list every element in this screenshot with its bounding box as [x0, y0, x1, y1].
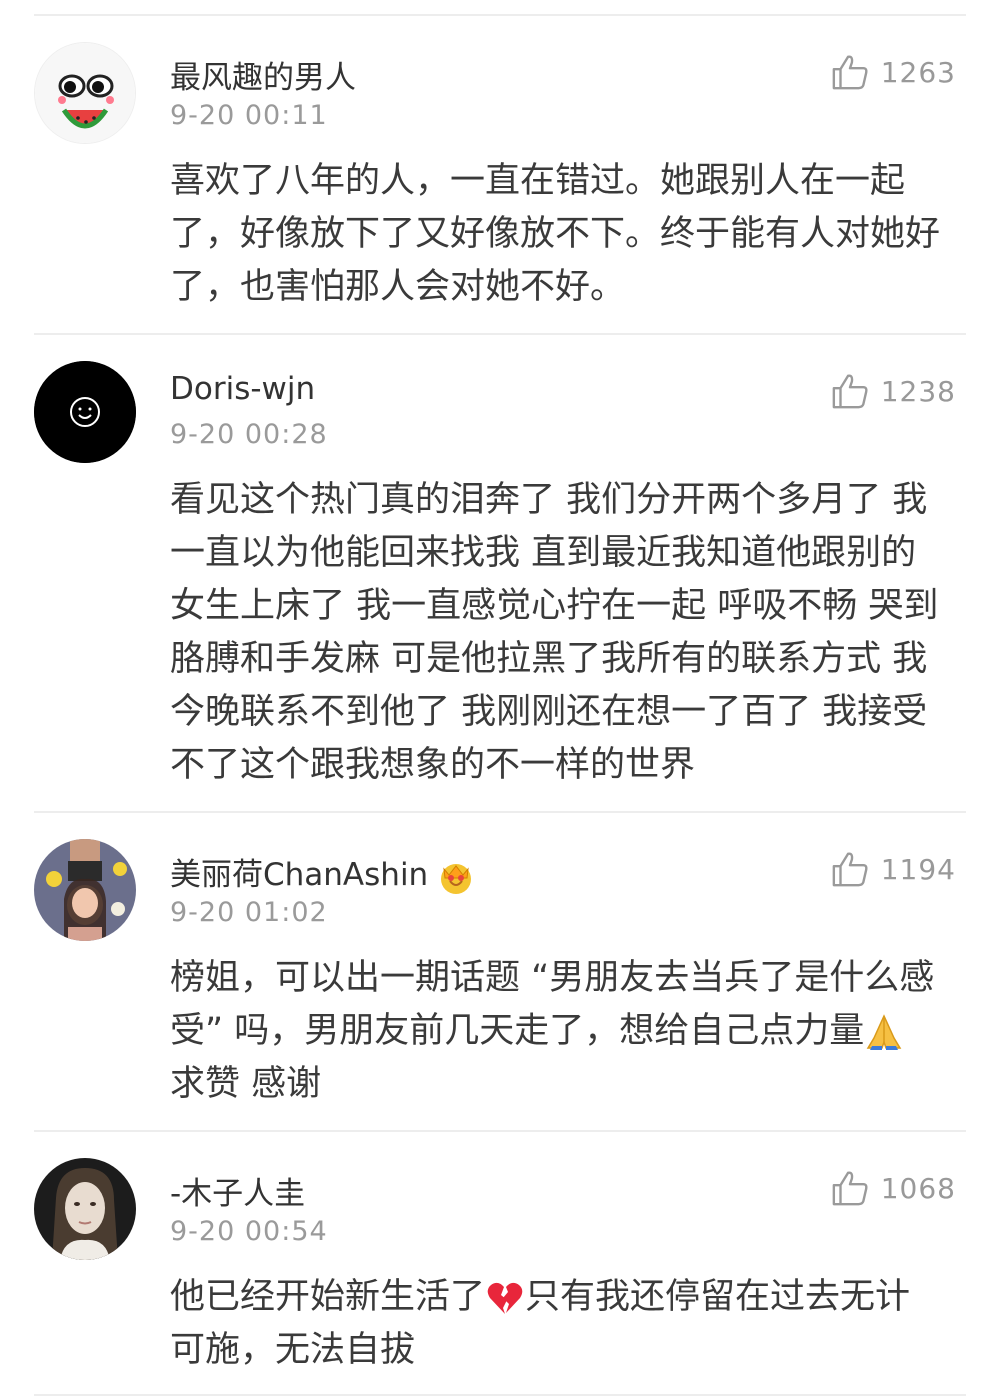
user-photo-avatar: [34, 839, 136, 941]
comment-divider: [34, 1130, 966, 1132]
like-button[interactable]: 1238: [831, 369, 956, 413]
thumbs-up-icon: [832, 374, 868, 409]
comment-line: 胳膊和手发麻 可是他拉黑了我所有的联系方式 我: [170, 639, 928, 679]
like-button[interactable]: 1194: [831, 847, 956, 891]
crown-badge-icon: [441, 863, 472, 894]
like-count: 1263: [880, 55, 956, 89]
comment-text: 看见这个热门真的泪奔了 我们分开两个多月了 我 一直以为他能回来找我 直到最近我…: [170, 474, 970, 792]
comment-time: 9-20 01:02: [170, 897, 328, 928]
comment-line: 他已经开始新生活了 只有我还停留在过去无计: [170, 1271, 970, 1324]
like-count: 1194: [880, 852, 956, 886]
comment-line: 喜欢了八年的人，一直在错过。她跟别人在一起: [170, 161, 906, 201]
comment-line-text: 受” 吗，男朋友前几天走了，想给自己点力量: [170, 1011, 865, 1051]
comment-line: 了，好像放下了又好像放不下。终于能有人对她好: [170, 214, 941, 254]
username[interactable]: -木子人圭: [170, 1168, 305, 1213]
comment-line: 可施，无法自拔: [170, 1330, 416, 1370]
smiley-icon: [34, 361, 136, 463]
avatar[interactable]: [34, 1158, 136, 1260]
praying-hands-icon: [866, 1014, 902, 1050]
comment-text: 榜姐，可以出一期话题 “男朋友去当兵了是什么感 受” 吗，男朋友前几天走了，想给…: [170, 952, 970, 1111]
comment-time: 9-20 00:28: [170, 419, 328, 450]
comment-divider: [34, 811, 966, 813]
comment-line-text: 他已经开始新生活了: [170, 1277, 486, 1317]
username[interactable]: Doris-wjn: [170, 371, 315, 407]
comment-line: 求赞 感谢: [170, 1064, 322, 1104]
top-divider: [34, 14, 966, 16]
comment-divider: [34, 333, 966, 335]
avatar[interactable]: [34, 839, 136, 941]
comment-line: 不了这个跟我想象的不一样的世界: [170, 745, 696, 785]
comment-line: 一直以为他能回来找我 直到最近我知道他跟别的: [170, 533, 917, 573]
comment-text: 他已经开始新生活了 只有我还停留在过去无计 可施，无法自拔: [170, 1271, 970, 1377]
username[interactable]: 美丽荷ChanAshin: [170, 849, 474, 895]
comment-line: 今晚联系不到他了 我刚刚还在想一了百了 我接受: [170, 692, 928, 732]
comment-line: 受” 吗，男朋友前几天走了，想给自己点力量: [170, 1005, 970, 1058]
avatar[interactable]: [34, 361, 136, 463]
comment-text: 喜欢了八年的人，一直在错过。她跟别人在一起 了，好像放下了又好像放不下。终于能有…: [170, 155, 970, 314]
thumbs-up-icon: [832, 55, 868, 90]
like-button[interactable]: 1263: [831, 50, 956, 94]
comment-time: 9-20 00:54: [170, 1216, 328, 1247]
thumbs-up-icon: [832, 1171, 868, 1206]
username-text: 美丽荷ChanAshin: [170, 857, 429, 893]
watermelon-face-icon: [35, 43, 135, 143]
like-count: 1068: [880, 1171, 956, 1205]
thumbs-up-icon: [832, 852, 868, 887]
comment-line: 看见这个热门真的泪奔了 我们分开两个多月了 我: [170, 480, 928, 520]
comment-line: 了，也害怕那人会对她不好。: [170, 267, 626, 307]
broken-heart-icon: [487, 1282, 523, 1314]
like-count: 1238: [880, 374, 956, 408]
comment-line: 榜姐，可以出一期话题 “男朋友去当兵了是什么感: [170, 958, 935, 998]
user-photo-avatar: [34, 1158, 136, 1260]
like-button[interactable]: 1068: [831, 1166, 956, 1210]
bottom-divider: [34, 1394, 966, 1396]
comment-line: 女生上床了 我一直感觉心拧在一起 呼吸不畅 哭到: [170, 586, 939, 626]
avatar[interactable]: [34, 42, 136, 144]
username[interactable]: 最风趣的男人: [170, 52, 356, 97]
comment-time: 9-20 00:11: [170, 100, 328, 131]
comment-line-text: 只有我还停留在过去无计: [525, 1277, 911, 1317]
